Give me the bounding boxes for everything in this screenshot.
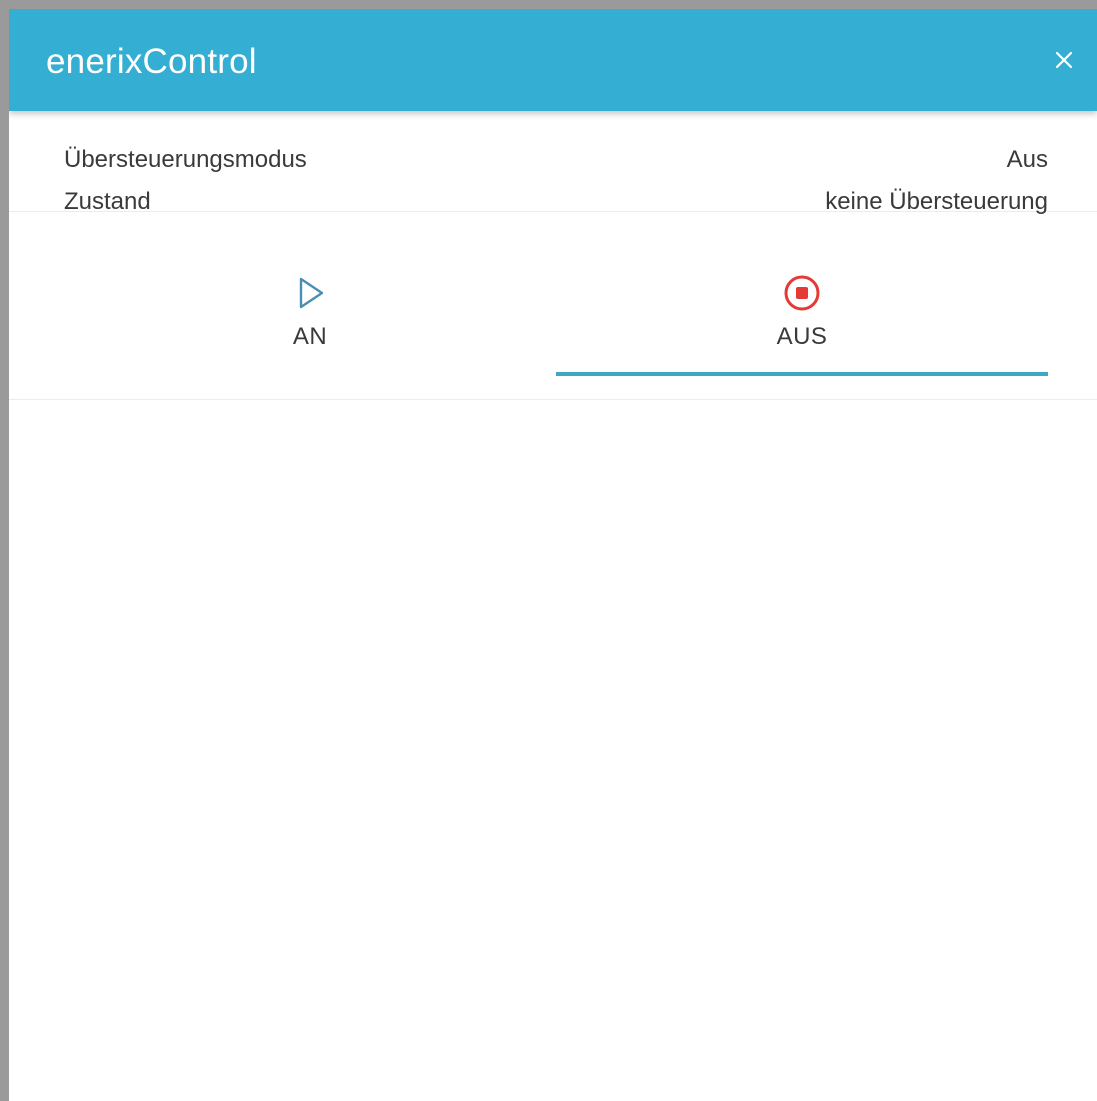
info-label-mode: Übersteuerungsmodus [64, 146, 307, 173]
info-row-mode: Übersteuerungsmodus Aus [64, 139, 1048, 181]
play-icon [299, 277, 324, 309]
close-icon [1055, 51, 1073, 69]
dialog-title: enerixControl [46, 42, 257, 81]
tab-an-label: AN [292, 323, 328, 350]
tab-aus-label: AUS [776, 323, 828, 350]
status-info: Übersteuerungsmodus Aus Zustand keine Üb… [9, 111, 1097, 215]
dialog-header: enerixControl [9, 9, 1097, 111]
mode-tabs: AN AUS [9, 212, 1097, 400]
tab-an[interactable]: AN [64, 212, 556, 399]
enerix-control-dialog: enerixControl Übersteuerungsmodus Aus Zu… [9, 9, 1097, 1101]
selected-tab-indicator [556, 372, 1048, 376]
stop-icon [784, 275, 820, 311]
info-value-mode: Aus [1006, 146, 1048, 173]
tab-aus[interactable]: AUS [556, 212, 1048, 399]
close-button[interactable] [1049, 45, 1079, 75]
